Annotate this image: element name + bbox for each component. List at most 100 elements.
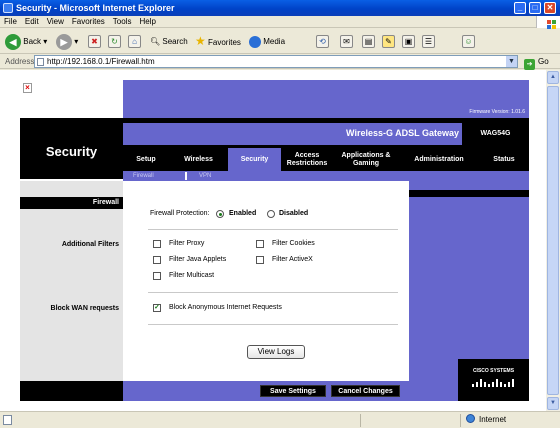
block-anonymous-checkbox[interactable]: ✓ <box>153 304 161 312</box>
cisco-logo: Cisco Systems <box>458 359 529 401</box>
page-icon <box>37 58 44 66</box>
refresh-icon[interactable]: ↻ <box>108 35 121 48</box>
close-button[interactable]: ✕ <box>544 2 556 14</box>
firewall-enabled-radio[interactable] <box>216 210 224 218</box>
maximize-button[interactable]: □ <box>529 2 541 14</box>
search-button[interactable]: 🔍︎ Search <box>150 33 188 50</box>
filter-proxy-label: Filter Proxy <box>169 240 205 247</box>
go-button[interactable]: ➔ Go <box>524 55 549 70</box>
tab-wireless[interactable]: Wireless <box>169 148 228 171</box>
cisco-bars-icon <box>472 377 516 387</box>
tab-setup[interactable]: Setup <box>123 148 169 171</box>
address-label: Address <box>5 57 35 66</box>
firewall-disabled-label: Disabled <box>279 210 309 217</box>
footer-left <box>20 381 123 401</box>
cancel-changes-button[interactable]: Cancel Changes <box>331 385 400 397</box>
right-column <box>409 181 529 381</box>
save-settings-button[interactable]: Save Settings <box>260 385 326 397</box>
favorites-button[interactable]: ★ Favorites <box>195 33 241 50</box>
filter-activex-label: Filter ActiveX <box>272 256 313 263</box>
research-icon[interactable]: ☺ <box>462 35 475 48</box>
firewall-disabled-radio[interactable] <box>267 210 275 218</box>
back-arrow-icon: ◀ <box>5 33 21 50</box>
tab-administration[interactable]: Administration <box>399 148 479 171</box>
minimize-button[interactable]: _ <box>514 2 526 14</box>
vertical-scrollbar[interactable]: ▲ ▼ <box>546 70 560 411</box>
sub-tabs: Firewall VPN <box>123 171 529 181</box>
tab-status[interactable]: Status <box>479 148 529 171</box>
security-zone: Internet <box>466 412 506 428</box>
history-icon[interactable]: ⟲ <box>316 35 329 48</box>
block-anonymous-label: Block Anonymous Internet Requests <box>169 304 282 311</box>
product-bar: Wireless-G ADSL Gateway WAG54G <box>123 123 529 145</box>
product-name: Wireless-G ADSL Gateway <box>346 128 459 138</box>
home-icon[interactable]: ⌂ <box>128 35 141 48</box>
page-status-icon <box>3 415 12 425</box>
star-icon: ★ <box>195 34 206 48</box>
tab-security[interactable]: Security <box>228 148 281 171</box>
mail-icon[interactable]: ✉ <box>340 35 353 48</box>
menu-tools[interactable]: Tools <box>109 16 136 28</box>
filter-proxy-checkbox[interactable] <box>153 240 161 248</box>
filter-java-applets-checkbox[interactable] <box>153 256 161 264</box>
media-icon <box>249 35 261 48</box>
subtab-separator <box>185 172 187 180</box>
additional-filters-label: Additional Filters <box>61 241 119 248</box>
left-column <box>20 181 123 381</box>
filter-java-applets-label: Filter Java Applets <box>169 256 227 263</box>
filter-cookies-label: Filter Cookies <box>272 240 315 247</box>
windows-logo-icon <box>536 16 560 28</box>
filter-activex-checkbox[interactable] <box>256 256 264 264</box>
separator-line <box>148 324 398 325</box>
filter-multicast-label: Filter Multicast <box>169 272 215 279</box>
cisco-logo-text: Cisco Systems <box>472 368 515 374</box>
logo-area: × <box>20 80 123 118</box>
go-arrow-icon: ➔ <box>524 59 535 70</box>
scroll-up-icon[interactable]: ▲ <box>547 71 559 84</box>
back-button[interactable]: ◀ Back ▾ <box>5 33 47 50</box>
separator-line <box>148 229 398 230</box>
tab-applications-gaming[interactable]: Applications & Gaming <box>333 148 399 171</box>
view-logs-button[interactable]: View Logs <box>247 345 305 359</box>
scroll-down-icon[interactable]: ▼ <box>547 397 559 410</box>
status-separator <box>360 414 361 427</box>
firewall-enabled-label: Enabled <box>229 210 257 217</box>
media-button[interactable]: Media <box>249 33 285 50</box>
address-dropdown-icon[interactable]: ▼ <box>506 56 517 67</box>
window-title: Security - Microsoft Internet Explorer <box>16 3 175 13</box>
ie-icon <box>3 3 13 13</box>
filter-multicast-checkbox[interactable] <box>153 272 161 280</box>
separator-line <box>148 292 398 293</box>
edit-icon[interactable]: ✎ <box>382 35 395 48</box>
tab-access-restrictions[interactable]: Access Restrictions <box>281 148 333 171</box>
firmware-bar: Firmware Version: 1.01.6 <box>123 80 529 118</box>
model-name: WAG54G <box>462 123 529 145</box>
menu-favorites[interactable]: Favorites <box>68 16 109 28</box>
subtab-vpn[interactable]: VPN <box>199 171 211 181</box>
address-input[interactable]: http://192.168.0.1/Firewall.htm ▼ <box>34 55 518 68</box>
menu-view[interactable]: View <box>43 16 68 28</box>
menu-file[interactable]: File <box>0 16 21 28</box>
search-icon: 🔍︎ <box>150 37 161 46</box>
address-bar: Address http://192.168.0.1/Firewall.htm … <box>0 54 560 70</box>
block-wan-label: Block WAN requests <box>50 305 119 312</box>
menu-edit[interactable]: Edit <box>21 16 43 28</box>
firewall-protection-label: Firewall Protection: <box>150 210 210 217</box>
menu-bar: File Edit View Favorites Tools Help <box>0 16 560 28</box>
broken-image-icon: × <box>23 83 32 93</box>
scroll-thumb[interactable] <box>547 86 559 395</box>
menu-help[interactable]: Help <box>135 16 159 28</box>
messenger-icon[interactable]: ☰ <box>422 35 435 48</box>
page-content: × Firmware Version: 1.01.6 Security Wire… <box>0 70 546 411</box>
subtab-firewall[interactable]: Firewall <box>133 171 154 181</box>
stop-icon[interactable]: ✖ <box>88 35 101 48</box>
status-bar: Internet <box>0 411 560 428</box>
main-tabs: Setup Wireless Security Access Restricti… <box>123 148 529 171</box>
address-url: http://192.168.0.1/Firewall.htm <box>47 57 155 66</box>
discuss-icon[interactable]: ▣ <box>402 35 415 48</box>
print-icon[interactable]: ▤ <box>362 35 375 48</box>
forward-arrow-icon: ▶ <box>56 33 72 50</box>
filter-cookies-checkbox[interactable] <box>256 240 264 248</box>
status-separator <box>460 414 461 427</box>
forward-button[interactable]: ▶ ▾ <box>56 33 78 50</box>
